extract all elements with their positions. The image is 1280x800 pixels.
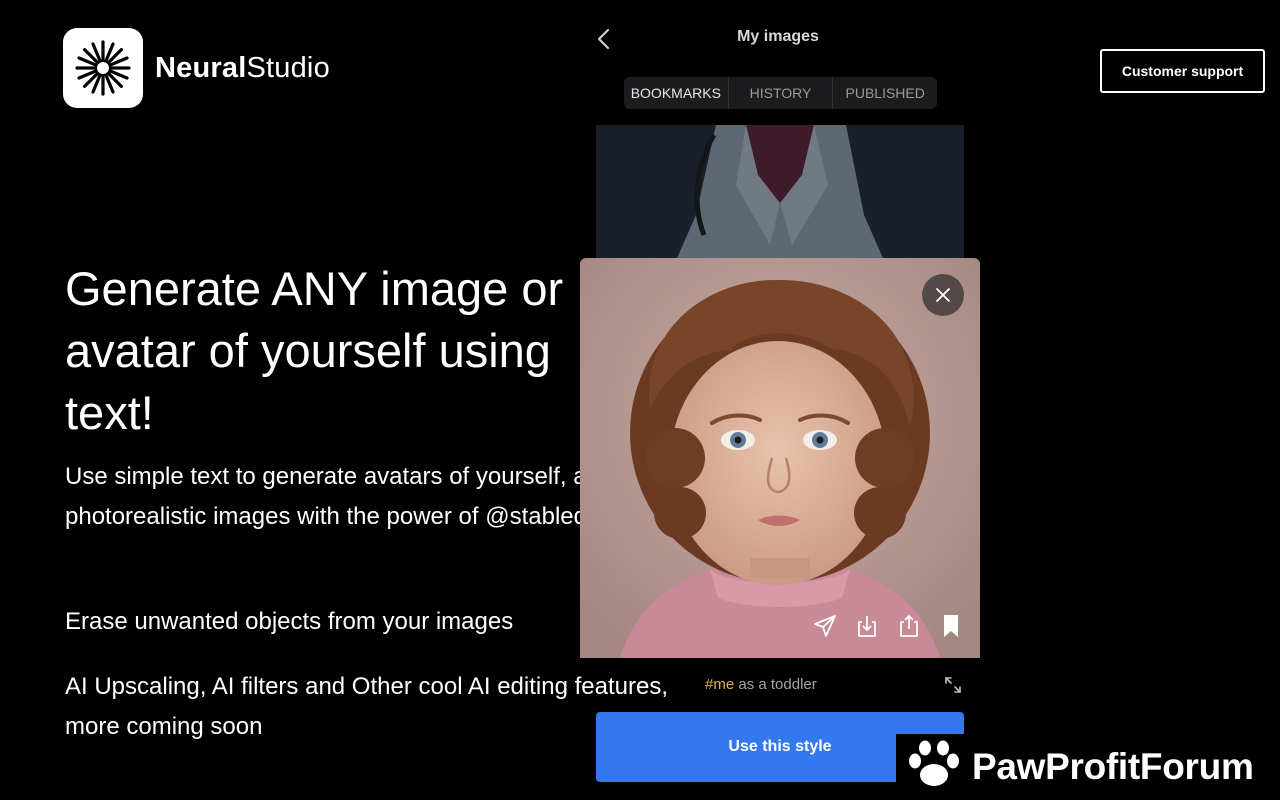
brand-name-light: Studio (246, 51, 330, 84)
prompt-text: as a toddler (734, 676, 817, 693)
back-chevron-icon[interactable] (592, 26, 614, 52)
watermark-text: PawProfitForum (972, 746, 1254, 787)
expand-icon[interactable] (942, 674, 964, 696)
image-tabs: BOOKMARKS HISTORY PUBLISHED (624, 77, 937, 109)
share-icon[interactable] (896, 612, 922, 640)
close-icon[interactable] (922, 274, 964, 316)
tab-bookmarks[interactable]: BOOKMARKS (624, 77, 729, 109)
watermark: PawProfitForum (896, 734, 1280, 800)
download-icon[interactable] (854, 612, 880, 640)
customer-support-button[interactable]: Customer support (1100, 49, 1265, 93)
brand-name-bold: Neural (155, 51, 247, 84)
image-prompt: #me as a toddler (705, 676, 817, 693)
paw-icon (906, 737, 962, 798)
asterisk-burst-icon (63, 28, 143, 108)
prompt-tag[interactable]: #me (705, 676, 734, 693)
image-actions (812, 612, 964, 640)
gallery-image-doctor[interactable] (596, 125, 964, 265)
brand-name: NeuralStudio (155, 52, 330, 85)
tab-history[interactable]: HISTORY (729, 77, 834, 109)
tab-published[interactable]: PUBLISHED (833, 77, 937, 109)
send-icon[interactable] (812, 612, 838, 640)
hero-title: Generate ANY image or avatar of yourself… (65, 262, 564, 439)
brand-logo[interactable]: NeuralStudio (63, 28, 330, 108)
featured-generated-image[interactable] (580, 258, 980, 658)
bookmark-icon[interactable] (938, 612, 964, 640)
screen-title: My images (737, 28, 819, 45)
